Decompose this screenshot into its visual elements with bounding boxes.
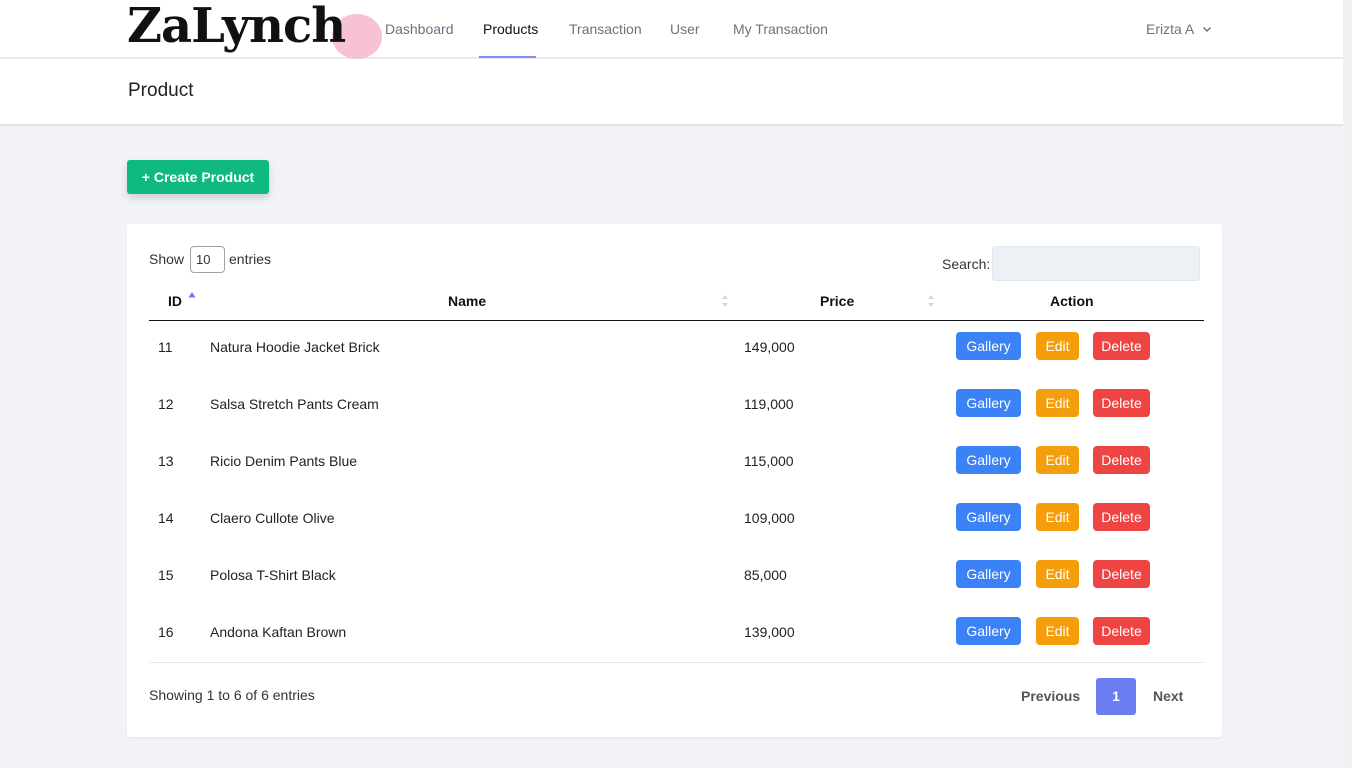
delete-button[interactable]: Delete (1093, 560, 1150, 588)
delete-button[interactable]: Delete (1093, 617, 1150, 645)
column-header-price[interactable]: Price (820, 293, 854, 309)
cell-id: 15 (158, 567, 174, 583)
cell-name: Polosa T-Shirt Black (210, 567, 336, 583)
edit-button[interactable]: Edit (1036, 332, 1079, 360)
gallery-button[interactable]: Gallery (956, 503, 1021, 531)
cell-name: Salsa Stretch Pants Cream (210, 396, 379, 412)
column-header-action: Action (1050, 293, 1094, 309)
logo-text: ZaLynch (127, 0, 346, 54)
gallery-button[interactable]: Gallery (956, 617, 1021, 645)
table-row: 14 Claero Cullote Olive 109,000 Gallery … (149, 492, 1204, 549)
cell-price: 115,000 (744, 453, 794, 469)
delete-button[interactable]: Delete (1093, 446, 1150, 474)
delete-button[interactable]: Delete (1093, 503, 1150, 531)
sort-asc-icon (188, 292, 196, 298)
nav-my-transaction[interactable]: My Transaction (733, 21, 828, 37)
vertical-scrollbar[interactable] (1343, 0, 1352, 768)
page-title: Product (128, 80, 194, 101)
table-row: 11 Natura Hoodie Jacket Brick 149,000 Ga… (149, 321, 1204, 378)
table-row: 15 Polosa T-Shirt Black 85,000 Gallery E… (149, 549, 1204, 606)
active-nav-indicator (479, 56, 536, 58)
cell-id: 13 (158, 453, 174, 469)
sort-both-icon (722, 295, 728, 307)
top-navbar: ZaLynch Dashboard Products Transaction U… (0, 0, 1352, 59)
table-row: 16 Andona Kaftan Brown 139,000 Gallery E… (149, 606, 1204, 663)
cell-price: 85,000 (744, 567, 787, 583)
user-menu[interactable]: Erizta A (1146, 21, 1212, 37)
gallery-button[interactable]: Gallery (956, 332, 1021, 360)
delete-button[interactable]: Delete (1093, 389, 1150, 417)
chevron-down-icon (1203, 26, 1212, 33)
length-entries-label: entries (229, 251, 272, 267)
edit-button[interactable]: Edit (1036, 503, 1079, 531)
edit-button[interactable]: Edit (1036, 389, 1079, 417)
cell-name: Andona Kaftan Brown (210, 624, 347, 640)
cell-id: 12 (158, 396, 174, 412)
search-input[interactable] (992, 246, 1200, 281)
nav-user[interactable]: User (670, 21, 700, 37)
nav-dashboard[interactable]: Dashboard (385, 21, 454, 37)
cell-price: 149,000 (744, 339, 795, 355)
pagination-next[interactable]: Next (1153, 688, 1183, 704)
cell-name: Ricio Denim Pants Blue (210, 453, 358, 469)
page-header: Product (0, 59, 1352, 124)
entries-length-select[interactable]: 10 (190, 246, 225, 273)
pagination-page-current[interactable]: 1 (1096, 678, 1136, 715)
pagination-previous[interactable]: Previous (1021, 688, 1080, 704)
products-table-card: Show 10 entries Search: ID Name Price Ac… (127, 224, 1222, 737)
edit-button[interactable]: Edit (1036, 446, 1079, 474)
cell-price: 139,000 (744, 624, 795, 640)
gallery-button[interactable]: Gallery (956, 389, 1021, 417)
cell-price: 119,000 (744, 396, 794, 412)
cell-name: Claero Cullote Olive (210, 510, 335, 526)
table-row: 12 Salsa Stretch Pants Cream 119,000 Gal… (149, 378, 1204, 435)
column-header-id[interactable]: ID (168, 293, 182, 309)
cell-name: Natura Hoodie Jacket Brick (210, 339, 380, 355)
search-label: Search: (942, 256, 991, 272)
cell-price: 109,000 (744, 510, 795, 526)
create-product-button[interactable]: + Create Product (127, 160, 269, 194)
column-header-name[interactable]: Name (448, 293, 486, 309)
cell-id: 11 (158, 339, 173, 355)
table-footer-divider (149, 662, 1204, 663)
edit-button[interactable]: Edit (1036, 617, 1079, 645)
nav-products[interactable]: Products (483, 21, 538, 37)
sort-both-icon (928, 295, 934, 307)
user-name: Erizta A (1146, 21, 1195, 37)
cell-id: 14 (158, 510, 174, 526)
delete-button[interactable]: Delete (1093, 332, 1150, 360)
cell-id: 16 (158, 624, 174, 640)
table-row: 13 Ricio Denim Pants Blue 115,000 Galler… (149, 435, 1204, 492)
table-info: Showing 1 to 6 of 6 entries (149, 687, 315, 703)
nav-transaction[interactable]: Transaction (569, 21, 642, 37)
gallery-button[interactable]: Gallery (956, 560, 1021, 588)
length-show-label: Show (149, 251, 185, 267)
edit-button[interactable]: Edit (1036, 560, 1079, 588)
gallery-button[interactable]: Gallery (956, 446, 1021, 474)
